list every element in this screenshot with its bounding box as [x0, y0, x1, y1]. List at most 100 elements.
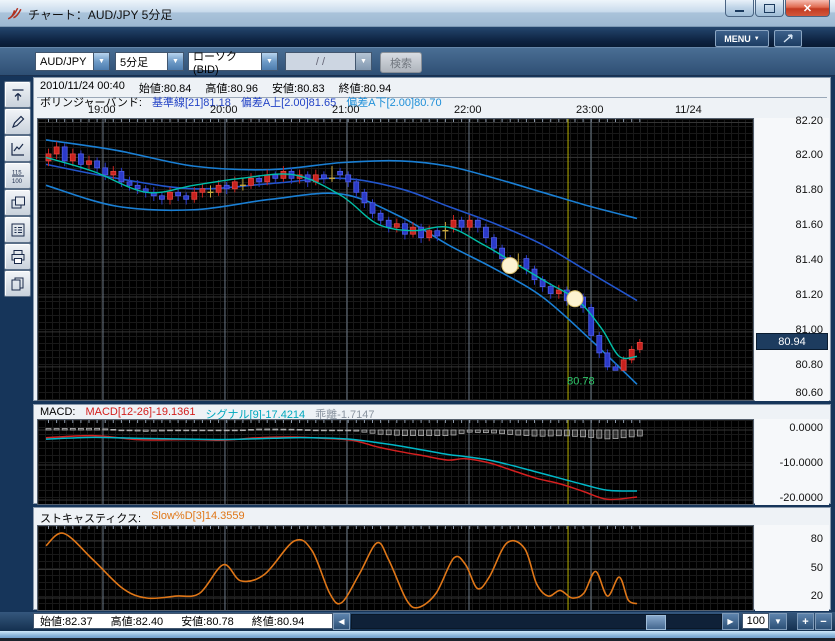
window-frame-bottom — [0, 631, 835, 638]
macd-chart-canvas[interactable] — [37, 419, 754, 505]
pencil-icon — [11, 115, 24, 128]
chevron-down-icon: ▼ — [753, 35, 760, 42]
macd-axis: 0.0000 -10.0000 -20.0000 — [755, 419, 829, 505]
price-chart-panel: 2010/11/24 00:40 始値:80.84 高値:80.96 安値:80… — [33, 77, 831, 403]
timeframe-select-value: 5分足 — [115, 52, 167, 71]
scrollbar-track[interactable] — [351, 614, 722, 630]
zoom-in-button[interactable]: + — [797, 613, 814, 630]
chevron-down-icon[interactable]: ▼ — [93, 52, 110, 71]
time-tick-label: 21:00 — [332, 104, 360, 116]
session-open: 始値:82.37 — [40, 616, 93, 628]
session-high: 高値:82.40 — [110, 616, 164, 628]
axis-tick-label: 50 — [810, 561, 823, 574]
time-tick-label: 22:00 — [454, 104, 482, 116]
scroll-right-button[interactable]: ▶ — [722, 613, 739, 630]
select-tool-button[interactable] — [4, 81, 31, 108]
stoch-chart-canvas[interactable] — [37, 525, 754, 611]
low-price-label: 80.78 — [567, 375, 595, 387]
app-icon — [7, 7, 22, 20]
pencil-icon — [783, 34, 793, 43]
window-title: チャート：AUD/JPY 5分足 — [28, 8, 173, 22]
stoch-value: Slow%D[3]14.3559 — [151, 510, 245, 522]
zoom-out-button[interactable]: − — [815, 613, 832, 630]
pair-select-value: AUD/JPY — [35, 52, 93, 71]
axis-tick-label: 80 — [810, 533, 823, 545]
signal-marker[interactable] — [501, 257, 519, 275]
chevron-down-icon[interactable]: ▼ — [355, 52, 372, 71]
axis-tick-label: -10.0000 — [779, 457, 823, 469]
cascade-windows-button[interactable] — [4, 189, 31, 216]
copy-button[interactable] — [4, 270, 31, 297]
macd-panel: MACD: MACD[12-26]-19.1361 シグナル[9]-17.421… — [33, 404, 831, 505]
axis-tick-label: 82.00 — [795, 149, 823, 162]
axis-tick-label: 81.40 — [795, 254, 823, 267]
scroll-left-button[interactable]: ◀ — [333, 613, 350, 630]
pair-select[interactable]: AUD/JPY ▼ — [35, 52, 110, 71]
search-button[interactable]: 検索 — [380, 52, 422, 73]
chevron-down-icon[interactable]: ▼ — [167, 52, 184, 71]
chevron-down-icon: ▼ — [774, 617, 782, 626]
time-tick-label: 19:00 — [87, 104, 116, 116]
status-bar: 始値:82.37 高値:82.40 安値:80.78 終値:80.94 ◀ ▶ … — [0, 612, 835, 631]
session-low: 安値:80.78 — [181, 616, 234, 628]
stochastics-panel: ストキャスティクス: Slow%D[3]14.3559 80 50 20 — [33, 507, 831, 611]
chart-window: チャート：AUD/JPY 5分足 ✕ MENU ▼ AUD/JPY ▼ 5分足 ▼… — [0, 0, 835, 641]
line-chart-icon — [10, 142, 24, 156]
menu-button[interactable]: MENU ▼ — [715, 30, 769, 47]
minimize-icon — [735, 10, 744, 12]
axis-tick-label: 81.20 — [795, 289, 823, 302]
zoom-select-arrow[interactable]: ▼ — [769, 613, 787, 630]
axis-tick-label: 82.20 — [795, 114, 823, 127]
menu-button-label: MENU — [724, 33, 751, 44]
draw-tool-button[interactable] — [4, 108, 31, 135]
time-tick-label: 20:00 — [209, 104, 238, 116]
axis-tick-label: 80.60 — [795, 387, 823, 399]
scrollbar-thumb[interactable] — [646, 615, 666, 630]
axis-tick-label: 81.60 — [795, 219, 823, 232]
arrow-left-icon: ◀ — [338, 617, 345, 626]
session-ohlc-box: 始値:82.37 高値:82.40 安値:80.78 終値:80.94 — [33, 613, 333, 629]
main-chart-canvas[interactable]: 80.78 — [37, 118, 754, 403]
timeframe-select[interactable]: 5分足 ▼ — [115, 52, 184, 71]
maximize-icon — [764, 3, 775, 13]
time-axis: 19:00 20:00 21:00 22:00 23:00 11/24 — [37, 104, 752, 117]
zoom-level-value[interactable]: 100 — [742, 613, 769, 629]
price-axis: 82.20 82.00 81.80 81.60 81.40 81.20 81.00 80.80… — [755, 114, 829, 401]
indicator-button[interactable] — [4, 135, 31, 162]
stoch-info-row: ストキャスティクス: Slow%D[3]14.3559 — [37, 510, 827, 526]
session-close: 終値:80.94 — [251, 616, 305, 628]
print-button[interactable] — [4, 243, 31, 270]
date-picker[interactable]: / / ▼ — [285, 52, 372, 71]
current-price-tag: 80.94 — [756, 333, 828, 351]
menu-strip: MENU ▼ — [0, 27, 835, 47]
price-numbers-icon: 115100 — [11, 170, 24, 184]
axis-tick-label: 81.80 — [795, 184, 823, 197]
arrow-right-icon: ▶ — [727, 617, 734, 626]
chart-settings-button[interactable] — [4, 216, 31, 243]
close-button[interactable]: ✕ — [785, 0, 830, 17]
copy-pages-icon — [11, 277, 23, 290]
stoch-label: ストキャスティクス: — [40, 513, 142, 525]
maximize-button[interactable] — [755, 0, 784, 17]
cursor-icon — [12, 88, 23, 100]
price-board-button[interactable]: 115 100 — [4, 162, 31, 189]
axis-tick-label: 20 — [810, 590, 823, 602]
axis-tick-label: 0.0000 — [789, 422, 823, 434]
signal-marker[interactable] — [566, 290, 584, 308]
settings-list-icon — [11, 223, 24, 236]
time-tick-label: 11/24 — [675, 104, 702, 116]
minimize-button[interactable] — [725, 0, 754, 17]
date-input[interactable]: / / — [285, 52, 355, 71]
chart-type-select-value: ローソク(BID) — [188, 51, 261, 76]
time-tick-label: 23:00 — [575, 104, 604, 116]
draw-menu-button[interactable] — [774, 30, 802, 47]
chevron-down-icon[interactable]: ▼ — [261, 52, 278, 71]
printer-icon — [11, 249, 24, 264]
chart-type-select[interactable]: ローソク(BID) ▼ — [188, 51, 278, 76]
windows-icon — [11, 196, 25, 208]
titlebar[interactable]: チャート：AUD/JPY 5分足 ✕ — [0, 0, 835, 27]
svg-text:100: 100 — [12, 179, 23, 184]
toolbar: AUD/JPY ▼ 5分足 ▼ ローソク(BID) ▼ / / ▼ 検索 — [0, 47, 835, 76]
plus-icon: + — [802, 615, 809, 628]
minus-icon: − — [820, 615, 827, 628]
